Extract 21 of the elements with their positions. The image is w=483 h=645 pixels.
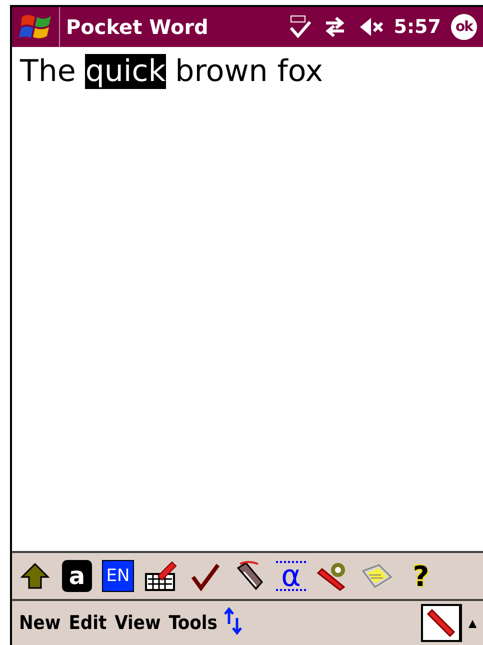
pen-icon [426, 608, 456, 638]
help-button[interactable]: ? [404, 558, 438, 594]
document-text: brown fox [174, 54, 324, 89]
symbol-button[interactable]: α [276, 561, 306, 591]
keyboard-pencil-icon [144, 560, 178, 592]
clock-time: 5:57 [394, 16, 441, 38]
input-method-button[interactable] [421, 604, 461, 642]
selected-text: quick [85, 54, 166, 89]
app-title: Pocket Word [66, 15, 210, 39]
letter-recognizer-button[interactable]: a [62, 560, 92, 592]
menu-item[interactable]: View [110, 612, 165, 634]
language-button[interactable]: EN [102, 560, 134, 592]
menu-item[interactable]: Edit [64, 612, 111, 634]
speaker-muted-icon[interactable] [358, 15, 384, 39]
document-text: The [20, 54, 77, 89]
pen-tool-icon [234, 560, 264, 592]
up-arrow-icon [20, 561, 50, 591]
ok-button[interactable]: ok [451, 14, 477, 40]
paper-stack-icon [361, 561, 393, 591]
menu-item[interactable]: New [15, 612, 65, 634]
menu-item[interactable]: Tools [164, 612, 222, 634]
